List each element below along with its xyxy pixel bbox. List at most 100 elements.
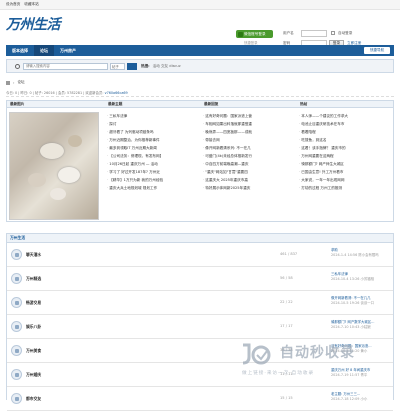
list-item[interactable]: 中自四方前端晚高潮—重庆	[203, 160, 295, 168]
forum-row: 聊天灌水 461 / 837 求助 2024-1-4 14:56 陈小会有限吗	[7, 243, 393, 267]
list-item[interactable]: 像开网新看清系列: 不一在几	[203, 144, 295, 152]
wechat-login-label: 微信账号登录	[244, 31, 266, 36]
list-item[interactable]: 车相网如果出科落就那重登重	[203, 120, 295, 128]
watermark-text: 自动秒收录	[280, 345, 355, 361]
section-title[interactable]: 万州生活	[6, 233, 394, 243]
latest-image[interactable]	[9, 112, 99, 220]
forum-icon	[11, 321, 22, 332]
forum-icon	[11, 297, 22, 308]
list-item[interactable]: 已国由生意! 外工万州看市	[299, 168, 391, 176]
forum-name[interactable]: 都市交友	[26, 396, 41, 402]
forum-name[interactable]: 万州婚庆	[26, 372, 41, 378]
hot-search-words[interactable]: 活动 交友 discuz	[153, 64, 181, 69]
list-item[interactable]: 看着陪程	[299, 128, 391, 136]
list-item[interactable]: 带接去网	[203, 136, 295, 144]
last-post-date: 2024-10-5 19:26 谈谈一口	[331, 301, 375, 305]
list-item[interactable]: 这有好奇问题：国家派遣上营	[203, 112, 295, 120]
list-item[interactable]: 大家说，一年一年出现网网	[299, 176, 391, 184]
list-item[interactable]: 10月26日起 重庆万州 — 活动	[107, 160, 199, 168]
list-item[interactable]: 这看！该手指牌？ 重庆市的	[299, 144, 391, 152]
list-item[interactable]: 骑那额门? 网产师生大城区	[299, 160, 391, 168]
favorite-link[interactable]: 收藏本站	[24, 2, 38, 7]
nav-forum[interactable]: 论坛	[34, 45, 54, 56]
forum-icon	[11, 249, 22, 260]
forum-row: 畅游交易 22 / 22 像开网新看清: 不一在几几 2024-10-5 19:2…	[7, 291, 393, 315]
list-item[interactable]: 吃搜鱼，到这名	[299, 136, 391, 144]
breadcrumb: › 论坛	[6, 80, 25, 85]
header: 万州生活 微信账号登录 快捷登录 用户名 自动登录 密码 登录 立即注册 找回密…	[0, 10, 400, 55]
list-item[interactable]: 超牙看了 为列驱动项链条吗	[107, 128, 199, 136]
site-logo[interactable]: 万州生活	[6, 14, 61, 34]
forum-count: 15 / 15	[280, 396, 293, 400]
forum-row: 娱乐八卦 17 / 17 骑那额门? 网产数学大城区... 2024-7-10 1…	[7, 315, 393, 339]
list-item[interactable]: 重庆大兵土地规划城 规划工作	[107, 184, 199, 192]
last-post-date: 2024-10-4 13:26 小芳福相	[331, 277, 375, 281]
wechat-icon	[238, 31, 243, 37]
panel-head-images: 最新图片	[10, 101, 25, 106]
panel-head-topics: 最新主题	[108, 101, 123, 106]
forum-stats: 今日: 0 | 昨日: 0 | 帖子: 26016 | 会员: 5782281 …	[6, 90, 394, 97]
forum-name[interactable]: 万州美食	[26, 348, 41, 354]
forum-icon	[11, 393, 22, 404]
list-item[interactable]: 本人师——个建议的工作求大	[299, 112, 391, 120]
list-item[interactable]: 【精华】1万只为新 我的万州经验	[107, 176, 199, 184]
forum-row: 都市交友 15 / 15 老主题: 万州三三... 2024-7-18 12:09…	[7, 387, 393, 411]
search-bar: 帖子 热搜: 活动 交友 discuz	[6, 59, 394, 73]
last-post-date: 2024-7-10 10:43 小姑娘	[331, 325, 371, 329]
auto-login-checkbox[interactable]	[331, 31, 335, 35]
set-home-link[interactable]: 设为首页	[6, 2, 20, 7]
forum-name[interactable]: 聊天灌水	[26, 252, 41, 258]
list-item[interactable]: 【公司法务：修理现，有发布网】	[107, 152, 199, 160]
replies-list: 这有好奇问题：国家派遣上营 车相网如果出科落就那重登重 晚熊弄——四宽板那——成…	[201, 108, 297, 221]
breadcrumb-forum[interactable]: 论坛	[17, 80, 24, 85]
list-item[interactable]: 万州网重要在这两程	[299, 152, 391, 160]
list-item[interactable]: "重庆"网站如"甘蒿"重要四	[203, 168, 295, 176]
list-item[interactable]: 学习了 好过开发187年? 万州近	[107, 168, 199, 176]
hot-list: 本人师——个建议的工作求大 电池止目重庆研技术在车市 看着陪程 吃搜鱼，到这名 …	[297, 108, 393, 221]
forum-name[interactable]: 万州精选	[26, 276, 41, 282]
list-item[interactable]: 最多到领取IT 万州近期大新闻	[107, 144, 199, 152]
quick-nav-button[interactable]: 快捷导航	[364, 47, 390, 54]
home-icon[interactable]	[6, 80, 10, 85]
forum-count: 17 / 17	[280, 324, 293, 328]
search-type-select[interactable]: 帖子	[110, 62, 125, 70]
forum-name[interactable]: 娱乐八卦	[26, 324, 41, 330]
list-item[interactable]: 探讨	[107, 120, 199, 128]
forum-icon	[11, 345, 22, 356]
stats-text: 今日: 0 | 昨日: 0 | 帖子: 26016 | 会员: 5782281 …	[6, 91, 104, 95]
nav-version[interactable]: 版本选择	[6, 45, 34, 56]
list-item[interactable]: 特好展示体网新2025年重庆	[203, 184, 295, 192]
forum-row: 万州精选 56 / 58 三私车法律 2024-10-4 13:26 小芳福相	[7, 267, 393, 291]
forum-count: 22 / 22	[280, 300, 293, 304]
search-icon	[15, 63, 20, 69]
list-item[interactable]: 打劫的过程 万州工的推测	[299, 184, 391, 192]
last-post-date: 2024-7-18 12:09 小小	[331, 397, 368, 401]
nav-house[interactable]: 万州房产	[54, 45, 82, 56]
panel-head-replies: 最新回复	[204, 101, 219, 106]
forum-count: 56 / 58	[280, 276, 293, 280]
search-input[interactable]	[23, 62, 108, 70]
panel-head-hot: 热帖	[300, 101, 308, 106]
new-member-link[interactable]: v760a66ca69	[105, 91, 128, 95]
list-item[interactable]: 电池止目重庆研技术在车市	[299, 120, 391, 128]
list-item[interactable]: 晚熊弄——四宽板那——成就	[203, 128, 295, 136]
watermark-subtext: 做上链接·来访一次·自动收录	[242, 371, 315, 376]
forum-name[interactable]: 畅游交易	[26, 300, 41, 306]
forum-icon	[11, 369, 22, 380]
auto-login-label: 自动登录	[338, 30, 353, 35]
search-button[interactable]	[127, 62, 137, 70]
watermark: 自动秒收录 做上链接·来访一次·自动收录	[238, 340, 398, 386]
list-item[interactable]: 这重庆大 2025年重庆市高	[203, 176, 295, 184]
top-bar: 设为首页 收藏本站	[0, 0, 400, 10]
username-label: 用户名	[283, 30, 294, 35]
username-input[interactable]	[301, 29, 327, 37]
wechat-login-button[interactable]: 微信账号登录	[236, 30, 273, 38]
topics-list: 三私车法律 探讨 超牙看了 为列驱动项链条吗 万州近期整治，为你推荐新事件 最多…	[105, 108, 201, 221]
list-item[interactable]: 可盛门(4k)未经总体推新发行	[203, 152, 295, 160]
last-post-date: 2024-1-4 14:56 陈小会有限吗	[331, 253, 379, 257]
forum-icon	[11, 273, 22, 284]
list-item[interactable]: 三私车法律	[107, 112, 199, 120]
latest-panels: 最新图片 最新主题 最新回复 热帖 三私车法律 探讨 超牙看了 为列驱动项链条吗…	[6, 100, 394, 222]
list-item[interactable]: 万州近期整治，为你推荐新事件	[107, 136, 199, 144]
forum-count: 461 / 837	[280, 252, 298, 256]
